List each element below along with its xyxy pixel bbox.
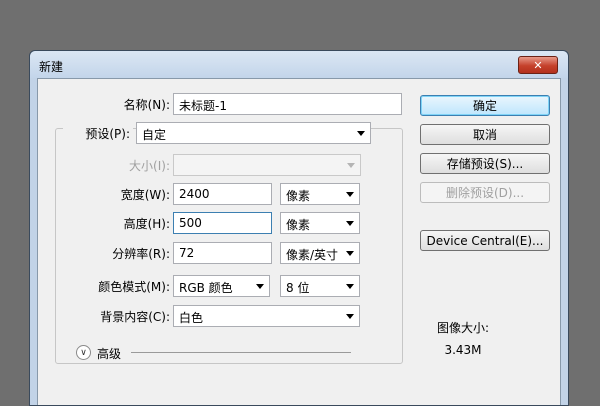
chevron-down-icon (346, 251, 354, 256)
height-unit-select[interactable]: 像素 (280, 212, 360, 234)
chevron-down-icon (347, 163, 355, 168)
chevron-down-icon (346, 314, 354, 319)
delete-preset-button[interactable]: 删除预设(D)... (420, 182, 550, 203)
width-unit-value: 像素 (286, 189, 311, 203)
dialog-body: 名称(N): 未标题-1 预设(P): 自定 大小(I): 宽度(W): 240… (37, 78, 561, 405)
cancel-button[interactable]: 取消 (420, 124, 550, 145)
preset-value: 自定 (142, 128, 167, 142)
resolution-label: 分辨率(R): (112, 247, 170, 261)
chevron-down-icon (346, 192, 354, 197)
chevron-down-icon (357, 131, 365, 136)
preset-label: 预设(P): (63, 125, 133, 142)
ok-button[interactable]: 确定 (420, 95, 550, 116)
background-label: 背景内容(C): (100, 310, 170, 324)
size-label: 大小(I): (129, 159, 170, 173)
name-input[interactable]: 未标题-1 (173, 93, 402, 115)
name-label: 名称(N): (123, 98, 170, 112)
bit-depth-value: 8 位 (286, 281, 310, 295)
image-size-label: 图像大小: (436, 321, 490, 335)
height-input[interactable]: 500 (173, 212, 272, 234)
size-select[interactable] (173, 154, 361, 176)
advanced-divider (131, 352, 351, 353)
width-unit-select[interactable]: 像素 (280, 183, 360, 205)
resolution-unit-select[interactable]: 像素/英寸 (280, 242, 360, 264)
color-mode-value: RGB 颜色 (179, 281, 233, 295)
background-value: 白色 (179, 311, 204, 325)
chevron-down-icon (346, 284, 354, 289)
title-bar: 新建 ✕ (30, 51, 568, 78)
height-unit-value: 像素 (286, 218, 311, 232)
device-central-button[interactable]: Device Central(E)... (420, 230, 550, 251)
chevron-down-icon (256, 284, 264, 289)
advanced-label: 高级 (97, 347, 122, 361)
double-chevron-down-icon[interactable]: ∨ (76, 345, 91, 360)
dialog-title: 新建 (39, 60, 64, 74)
chevron-down-icon (346, 221, 354, 226)
height-label: 高度(H): (123, 217, 170, 231)
image-size-value: 3.43M (444, 343, 482, 357)
close-icon: ✕ (533, 58, 543, 72)
color-mode-label: 颜色模式(M): (98, 280, 170, 294)
width-label: 宽度(W): (120, 188, 170, 202)
new-document-dialog: 新建 ✕ 名称(N): 未标题-1 预设(P): 自定 大小(I): 宽度(W)… (29, 50, 569, 406)
resolution-input[interactable]: 72 (173, 242, 272, 264)
background-select[interactable]: 白色 (173, 305, 360, 327)
bit-depth-select[interactable]: 8 位 (280, 275, 360, 297)
resolution-unit-value: 像素/英寸 (286, 248, 339, 262)
close-button[interactable]: ✕ (518, 56, 558, 74)
save-preset-button[interactable]: 存储预设(S)... (420, 153, 550, 174)
width-input[interactable]: 2400 (173, 183, 272, 205)
preset-select[interactable]: 自定 (136, 122, 371, 144)
color-mode-select[interactable]: RGB 颜色 (173, 275, 270, 297)
